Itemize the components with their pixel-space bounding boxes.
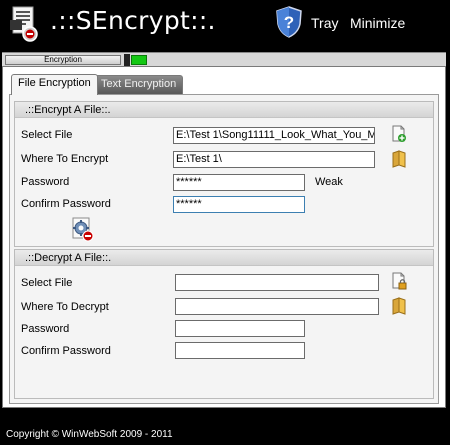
- title-bar: .::SEncrypt::. ? Tray Minimize: [0, 0, 450, 50]
- copyright-text: Copyright © WinWebSoft 2009 - 2011: [6, 429, 173, 440]
- app-title: .::SEncrypt::.: [50, 6, 216, 35]
- decrypt-password-label: Password: [21, 323, 70, 335]
- decrypt-group: .::Decrypt A File::. Select File Where T…: [14, 249, 434, 399]
- status-strip: Encryption: [2, 52, 446, 66]
- encrypt-password-label: Password: [21, 176, 70, 188]
- progress-fill: [131, 55, 147, 65]
- decrypt-confirm-input[interactable]: [175, 342, 305, 359]
- main-panel: File Encryption Text Encryption .::Encry…: [2, 66, 446, 408]
- decrypt-where-label: Where To Decrypt: [21, 301, 109, 313]
- decrypt-group-title: .::Decrypt A File::.: [15, 250, 433, 266]
- decrypt-confirm-label: Confirm Password: [21, 345, 111, 357]
- encryption-progress-label: Encryption: [5, 55, 121, 65]
- folder-icon[interactable]: [391, 297, 407, 315]
- encrypt-group-title: .::Encrypt A File::.: [15, 102, 433, 118]
- tab-text-encryption[interactable]: Text Encryption: [94, 75, 184, 94]
- encrypt-password-input[interactable]: ******: [173, 174, 305, 191]
- encrypt-where-input[interactable]: E:\Test 1\: [173, 151, 375, 168]
- minimize-button[interactable]: Minimize: [350, 15, 405, 31]
- password-strength: Weak: [315, 176, 343, 188]
- decrypt-select-file-label: Select File: [21, 277, 73, 289]
- encrypt-where-label: Where To Encrypt: [21, 153, 109, 165]
- lock-file-icon[interactable]: [391, 272, 407, 290]
- encrypt-confirm-label: Confirm Password: [21, 198, 111, 210]
- progress-divider: [124, 54, 130, 66]
- encrypt-gear-icon[interactable]: [69, 216, 95, 242]
- encrypt-select-file-label: Select File: [21, 129, 73, 141]
- encrypt-select-file-input[interactable]: E:\Test 1\Song11111_Look_What_You_M: [173, 127, 375, 144]
- svg-text:?: ?: [284, 13, 294, 32]
- decrypt-where-input[interactable]: [175, 298, 379, 315]
- encrypt-group: .::Encrypt A File::. Select File E:\Test…: [14, 101, 434, 247]
- decrypt-select-file-input[interactable]: [175, 274, 379, 291]
- add-file-icon[interactable]: [391, 125, 407, 143]
- app-logo-icon: [10, 6, 38, 42]
- tab-file-encryption[interactable]: File Encryption: [11, 74, 98, 95]
- file-encryption-page: .::Encrypt A File::. Select File E:\Test…: [9, 94, 439, 404]
- shield-question-icon[interactable]: ?: [276, 6, 302, 38]
- encrypt-confirm-input[interactable]: ******: [173, 196, 305, 213]
- folder-icon[interactable]: [391, 150, 407, 168]
- decrypt-password-input[interactable]: [175, 320, 305, 337]
- tray-button[interactable]: Tray: [311, 15, 338, 31]
